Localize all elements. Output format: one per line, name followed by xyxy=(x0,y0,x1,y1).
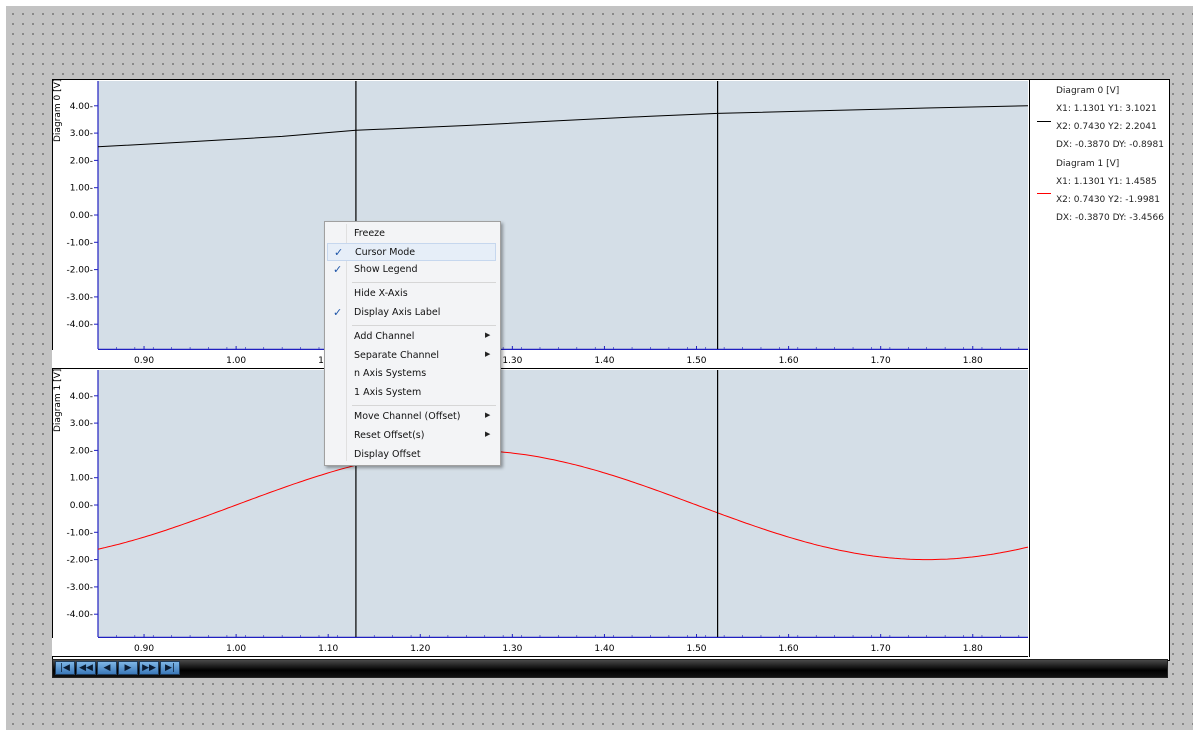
rewind-icon[interactable]: ◀◀ xyxy=(76,661,96,675)
submenu-arrow-icon: ▶ xyxy=(485,350,491,358)
y-tick-label: -3.00- xyxy=(66,293,93,303)
y-tick-label: -4.00- xyxy=(66,610,93,620)
y-tick-label: 2.00- xyxy=(70,446,93,456)
legend-title: Diagram 0 [V] xyxy=(1056,86,1120,96)
submenu-arrow-icon: ▶ xyxy=(485,411,491,419)
menu-item-label: 1 Axis System xyxy=(354,387,422,398)
y-tick-label: 2.00- xyxy=(70,156,93,166)
submenu-arrow-icon: ▶ xyxy=(485,430,491,438)
menu-item-label: Reset Offset(s) xyxy=(354,430,425,441)
menu-item-label: Add Channel xyxy=(354,331,415,342)
menu-item-label: Move Channel (Offset) xyxy=(354,411,461,422)
legend-x2-readout: X2: 0.7430 Y2: -1.9981 xyxy=(1056,195,1160,205)
menu-item-display-offset[interactable]: Display Offset xyxy=(327,446,496,464)
play-icon[interactable]: ▶ xyxy=(118,661,138,675)
x-tick-label: 1.50 xyxy=(686,644,706,654)
menu-item-cursor-mode[interactable]: ✓ Cursor Mode xyxy=(327,243,496,261)
menu-item-label: Show Legend xyxy=(354,264,418,275)
last-icon[interactable]: ▶| xyxy=(160,661,180,675)
y-tick-label: 3.00- xyxy=(70,129,93,139)
y-tick-label: 0.00- xyxy=(70,501,93,511)
menu-item-separate-channel[interactable]: Separate Channel ▶ xyxy=(327,347,496,365)
menu-item-reset-offsets[interactable]: Reset Offset(s) ▶ xyxy=(327,427,496,445)
x-tick-label: 0.90 xyxy=(134,356,154,366)
legend-x1-readout: X1: 1.1301 Y1: 1.4585 xyxy=(1056,177,1157,187)
x-tick-label: 1.80 xyxy=(963,644,983,654)
x-tick-label: 1.30 xyxy=(502,356,522,366)
menu-item-label: Separate Channel xyxy=(354,350,440,361)
legend-swatch xyxy=(1037,193,1051,194)
x-tick-label: 1.10 xyxy=(318,644,338,654)
playback-bar[interactable]: |◀ ◀◀ ◀ ▶ ▶▶ ▶| xyxy=(52,659,1168,678)
x-tick-label: 1.40 xyxy=(594,356,614,366)
menu-separator xyxy=(352,325,496,326)
y-tick-label: 1.00- xyxy=(70,474,93,484)
step-back-icon[interactable]: ◀ xyxy=(97,661,117,675)
legend[interactable]: Diagram 0 [V] X1: 1.1301 Y1: 3.1021 X2: … xyxy=(1031,81,1167,653)
menu-item-1-axis-system[interactable]: 1 Axis System xyxy=(327,384,496,402)
menu-item-label: Display Axis Label xyxy=(354,307,441,318)
menu-item-move-channel-offset[interactable]: Move Channel (Offset) ▶ xyxy=(327,408,496,426)
menu-separator xyxy=(352,405,496,406)
menu-separator xyxy=(352,282,496,283)
menu-item-add-channel[interactable]: Add Channel ▶ xyxy=(327,328,496,346)
menu-item-label: Freeze xyxy=(354,228,385,239)
y-tick-label: 4.00- xyxy=(70,392,93,402)
x-tick-label: 1.60 xyxy=(779,644,799,654)
y-axis-label-diagram-0: Diagram 0 [V] xyxy=(53,78,63,142)
y-tick-label: 3.00- xyxy=(70,419,93,429)
menu-item-show-legend[interactable]: ✓ Show Legend xyxy=(327,261,496,279)
legend-x1-readout: X1: 1.1301 Y1: 3.1021 xyxy=(1056,104,1157,114)
legend-delta-readout: DX: -0.3870 DY: -0.8981 xyxy=(1056,140,1164,150)
y-tick-label: -1.00- xyxy=(66,528,93,538)
first-icon[interactable]: |◀ xyxy=(55,661,75,675)
y-tick-label: 4.00- xyxy=(70,102,93,112)
menu-item-display-axis-label[interactable]: ✓ Display Axis Label xyxy=(327,304,496,322)
x-tick-label: 1.70 xyxy=(871,644,891,654)
legend-delta-readout: DX: -0.3870 DY: -3.4566 xyxy=(1056,213,1164,223)
x-tick-label: 1.60 xyxy=(779,356,799,366)
x-tick-label: 1.70 xyxy=(871,356,891,366)
x-tick-label: 1.00 xyxy=(226,356,246,366)
menu-item-n-axis-systems[interactable]: n Axis Systems xyxy=(327,365,496,383)
legend-swatch xyxy=(1037,121,1051,122)
plot-area-1 xyxy=(98,370,1028,637)
menu-item-label: n Axis Systems xyxy=(354,368,427,379)
chart-svg[interactable]: 4.00- 3.00- 2.00- 1.00- 0.00- -1.00- -2.00- -3.… xyxy=(0,0,1193,730)
y-tick-label: 0.00- xyxy=(70,211,93,221)
menu-item-label: Hide X-Axis xyxy=(354,288,408,299)
submenu-arrow-icon: ▶ xyxy=(485,331,491,339)
check-icon: ✓ xyxy=(334,246,344,259)
menu-item-hide-x-axis[interactable]: Hide X-Axis xyxy=(327,285,496,303)
context-menu[interactable]: Freeze ✓ Cursor Mode ✓ Show Legend Hide … xyxy=(324,221,501,466)
check-icon: ✓ xyxy=(333,306,343,319)
y-tick-label: 1.00- xyxy=(70,184,93,194)
y-axis-label-diagram-1: Diagram 1 [V] xyxy=(53,368,63,432)
x-tick-label: 1.50 xyxy=(686,356,706,366)
legend-title: Diagram 1 [V] xyxy=(1056,159,1120,169)
x-tick-label: 0.90 xyxy=(134,644,154,654)
menu-item-label: Cursor Mode xyxy=(355,247,416,258)
x-tick-label: 1.30 xyxy=(502,644,522,654)
x-tick-label: 1.00 xyxy=(226,644,246,654)
y-tick-label: -1.00- xyxy=(66,238,93,248)
x-tick-label: 1.80 xyxy=(963,356,983,366)
menu-item-label: Display Offset xyxy=(354,449,421,460)
x-tick-label: 1.40 xyxy=(594,644,614,654)
y-tick-label: -2.00- xyxy=(66,556,93,566)
y-tick-label: -2.00- xyxy=(66,266,93,276)
y-tick-label: -3.00- xyxy=(66,583,93,593)
fast-forward-icon[interactable]: ▶▶ xyxy=(139,661,159,675)
legend-x2-readout: X2: 0.7430 Y2: 2.2041 xyxy=(1056,122,1157,132)
x-tick-label: 1.20 xyxy=(410,644,430,654)
plot-area-0 xyxy=(98,81,1028,349)
y-tick-label: -4.00- xyxy=(66,320,93,330)
menu-item-freeze[interactable]: Freeze xyxy=(327,225,496,243)
check-icon: ✓ xyxy=(333,263,343,276)
